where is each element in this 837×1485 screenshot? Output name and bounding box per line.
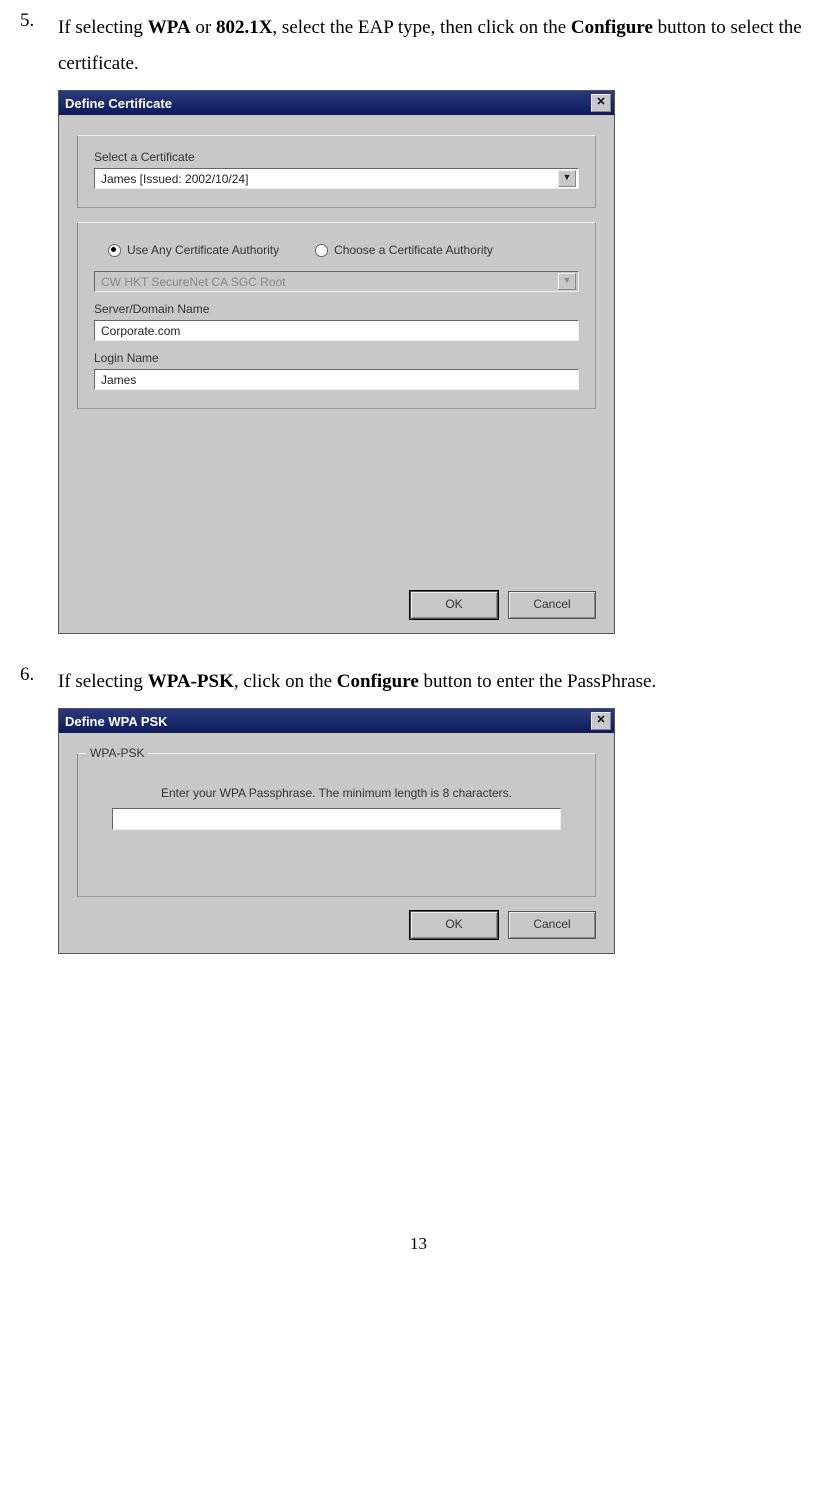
chevron-down-icon: ▼ [558, 273, 576, 290]
wpa-psk-group: WPA-PSK Enter your WPA Passphrase. The m… [77, 753, 596, 897]
cancel-button[interactable]: Cancel [508, 591, 596, 619]
text-bold: WPA-PSK [148, 671, 234, 692]
close-icon[interactable]: ✕ [591, 712, 611, 730]
radio-label: Choose a Certificate Authority [334, 243, 493, 257]
radio-icon [108, 244, 121, 257]
text: or [191, 17, 216, 38]
login-name-input[interactable]: James [94, 369, 579, 390]
use-any-ca-radio[interactable]: Use Any Certificate Authority [108, 243, 279, 257]
ca-dropdown: CW HKT SecureNet CA SGC Root ▼ [94, 271, 579, 292]
step-5-number: 5. [20, 10, 58, 82]
login-name-label: Login Name [94, 351, 579, 365]
text-bold: Configure [571, 17, 653, 38]
text: , click on the [234, 671, 337, 692]
passphrase-input[interactable] [112, 808, 560, 830]
text-bold: Configure [337, 671, 419, 692]
close-icon[interactable]: ✕ [591, 94, 611, 112]
certificate-dropdown[interactable]: James [Issued: 2002/10/24] ▼ [94, 168, 579, 189]
group-title: WPA-PSK [86, 746, 148, 760]
radio-icon [315, 244, 328, 257]
cancel-button[interactable]: Cancel [508, 911, 596, 939]
ok-button[interactable]: OK [410, 911, 498, 939]
text: , select the EAP type, then click on the [272, 17, 570, 38]
ok-button[interactable]: OK [410, 591, 498, 619]
text: button to enter the PassPhrase. [419, 671, 656, 692]
define-wpa-psk-dialog: Define WPA PSK ✕ WPA-PSK Enter your WPA … [58, 708, 615, 954]
titlebar: Define WPA PSK ✕ [59, 709, 614, 733]
server-domain-input[interactable]: Corporate.com [94, 320, 579, 341]
radio-label: Use Any Certificate Authority [127, 243, 279, 257]
select-certificate-group: Select a Certificate James [Issued: 2002… [77, 135, 596, 208]
text: If selecting [58, 671, 148, 692]
step-6-number: 6. [20, 664, 58, 700]
text-bold: WPA [148, 17, 191, 38]
chevron-down-icon[interactable]: ▼ [558, 170, 576, 187]
step-6-text: If selecting WPA-PSK, click on the Confi… [58, 664, 656, 700]
passphrase-instruction: Enter your WPA Passphrase. The minimum l… [94, 786, 579, 800]
choose-ca-radio[interactable]: Choose a Certificate Authority [315, 243, 493, 257]
dialog-title: Define WPA PSK [65, 714, 168, 729]
select-certificate-label: Select a Certificate [94, 150, 579, 164]
text: If selecting [58, 17, 148, 38]
step-6: 6. If selecting WPA-PSK, click on the Co… [20, 664, 817, 700]
page-number: 13 [20, 1234, 817, 1254]
certificate-authority-group: Use Any Certificate Authority Choose a C… [77, 222, 596, 409]
login-value: James [101, 373, 136, 387]
step-5-text: If selecting WPA or 802.1X, select the E… [58, 10, 817, 82]
text-bold: 802.1X [216, 17, 272, 38]
titlebar: Define Certificate ✕ [59, 91, 614, 115]
ca-value: CW HKT SecureNet CA SGC Root [101, 275, 286, 289]
server-value: Corporate.com [101, 324, 180, 338]
certificate-value: James [Issued: 2002/10/24] [101, 172, 248, 186]
step-5: 5. If selecting WPA or 802.1X, select th… [20, 10, 817, 82]
dialog-title: Define Certificate [65, 96, 172, 111]
define-certificate-dialog: Define Certificate ✕ Select a Certificat… [58, 90, 615, 634]
server-domain-label: Server/Domain Name [94, 302, 579, 316]
